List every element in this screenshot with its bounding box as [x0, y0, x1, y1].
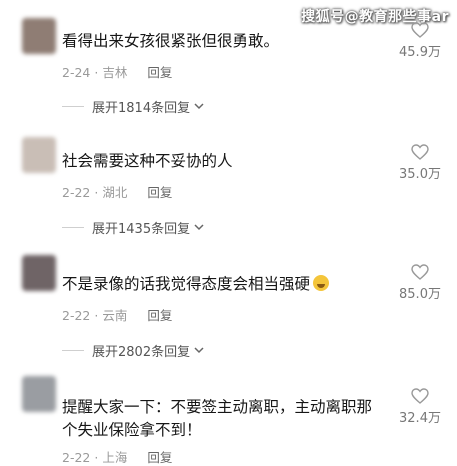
- expand-label: 展开1435条回复: [92, 222, 191, 237]
- comment-date: 2-22: [62, 450, 91, 465]
- comment-text: 社会需要这种不妥协的人: [62, 152, 233, 170]
- divider-line: [62, 106, 84, 107]
- like-button[interactable]: 45.9万: [397, 22, 443, 60]
- comment-meta: 2-22 · 云南 回复: [62, 305, 172, 324]
- avatar[interactable]: [22, 18, 56, 54]
- comment-location: 云南: [102, 308, 128, 323]
- expand-replies[interactable]: 展开1435条回复: [62, 218, 204, 237]
- comment-date: 2-24: [62, 65, 91, 80]
- expand-replies[interactable]: 展开2802条回复: [62, 341, 204, 360]
- like-button[interactable]: 85.0万: [397, 264, 443, 302]
- like-count: 35.0万: [399, 167, 441, 182]
- chevron-down-icon: [194, 347, 204, 354]
- comment-location: 湖北: [102, 185, 128, 200]
- heart-icon: [411, 144, 429, 160]
- divider-line: [62, 350, 84, 351]
- comment-location: 上海: [102, 450, 128, 465]
- like-count: 45.9万: [399, 45, 441, 60]
- comment-text: 不是录像的话我觉得态度会相当强硬: [62, 273, 392, 296]
- chevron-down-icon: [194, 224, 204, 231]
- expand-label: 展开1814条回复: [92, 101, 191, 116]
- comment-date: 2-22: [62, 308, 91, 323]
- like-count: 32.4万: [399, 411, 441, 426]
- heart-icon: [411, 264, 429, 280]
- like-button[interactable]: 35.0万: [397, 144, 443, 182]
- comment-text: 看得出来女孩很紧张但很勇敢。: [62, 32, 280, 50]
- heart-icon: [411, 388, 429, 404]
- expand-replies[interactable]: 展开1814条回复: [62, 97, 204, 116]
- comment-text: 提醒大家一下：不要签主动离职，主动离职那个失业保险拿不到！: [62, 398, 373, 439]
- chevron-down-icon: [194, 103, 204, 110]
- comment-meta: 2-24 · 吉林 回复: [62, 62, 172, 81]
- comment-date: 2-22: [62, 185, 91, 200]
- reply-button[interactable]: 回复: [147, 308, 172, 323]
- heart-icon: [411, 22, 429, 38]
- like-count: 85.0万: [399, 287, 441, 302]
- comment-meta: 2-22 · 上海 回复: [62, 447, 172, 466]
- reply-button[interactable]: 回复: [147, 185, 172, 200]
- divider-line: [62, 227, 84, 228]
- comment-location: 吉林: [102, 65, 128, 80]
- expand-label: 展开2802条回复: [92, 345, 191, 360]
- avatar[interactable]: [22, 376, 56, 412]
- comment-text-content: 不是录像的话我觉得态度会相当强硬: [62, 275, 311, 293]
- comment-meta: 2-22 · 湖北 回复: [62, 182, 172, 201]
- avatar[interactable]: [22, 255, 56, 291]
- reply-button[interactable]: 回复: [147, 450, 172, 465]
- like-button[interactable]: 32.4万: [397, 388, 443, 426]
- reply-button[interactable]: 回复: [147, 65, 172, 80]
- avatar[interactable]: [22, 137, 56, 173]
- laughing-emoji-icon: [313, 275, 330, 291]
